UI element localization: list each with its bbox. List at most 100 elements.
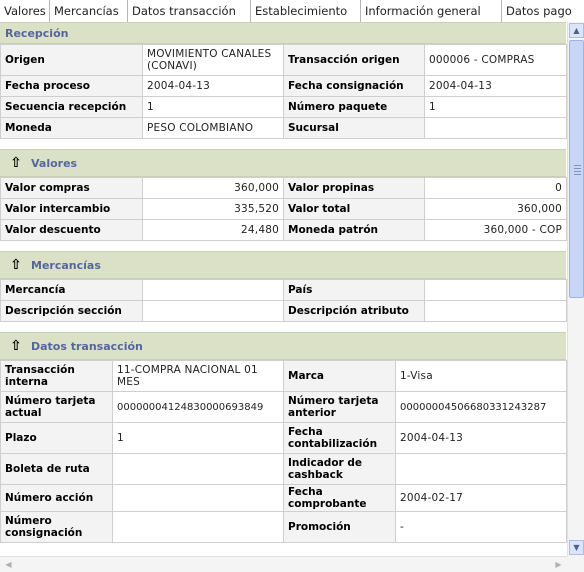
field-label: Marca: [283, 360, 396, 392]
table-row: Número tarjeta actual 000000041248300006…: [0, 391, 567, 423]
content-viewport: Recepción Origen MOVIMIENTO CANALES (CON…: [0, 22, 567, 556]
field-value: 360,000 - COP: [424, 219, 567, 241]
field-value: 0: [424, 177, 567, 199]
tab-datos-transaccion[interactable]: Datos transacción: [128, 0, 251, 22]
field-value: 1: [142, 96, 284, 118]
field-value: 11-COMPRA NACIONAL 01 MES: [112, 360, 284, 392]
field-label: Fecha contabilización: [283, 422, 396, 454]
tab-mercancias[interactable]: Mercancías: [50, 0, 128, 22]
section-spacer: [0, 322, 566, 332]
up-arrow-icon[interactable]: ⇧: [8, 338, 24, 354]
field-value: -: [395, 511, 567, 543]
field-label: Secuencia recepción: [0, 96, 143, 118]
grip-line: [574, 171, 581, 172]
field-label: Moneda patrón: [283, 219, 425, 241]
field-label: Fecha consignación: [283, 75, 425, 97]
field-label: Mercancía: [0, 279, 143, 301]
field-label: Valor total: [283, 198, 425, 220]
chevron-down-icon: ▼: [573, 543, 580, 552]
scrollbar-corner: [567, 556, 584, 572]
section-header-datos-transaccion: ⇧ Datos transacción: [0, 332, 566, 360]
chevron-up-icon: ▲: [573, 26, 580, 35]
tab-datos-pago[interactable]: Datos pago: [502, 0, 574, 22]
field-value: [142, 300, 284, 322]
table-row: Mercancía País: [0, 279, 567, 301]
field-label: Boleta de ruta: [0, 453, 113, 485]
field-label: Indicador de cashback: [283, 453, 396, 485]
scroll-right-button[interactable]: ▶: [551, 557, 566, 572]
field-label: Valor propinas: [283, 177, 425, 199]
table-row: Boleta de ruta Indicador de cashback: [0, 453, 567, 485]
field-value: 1: [112, 422, 284, 454]
field-label: Valor descuento: [0, 219, 143, 241]
field-value: MOVIMIENTO CANALES (CONAVI): [142, 44, 284, 76]
chevron-left-icon: ◀: [5, 560, 12, 569]
valores-table: Valor compras 360,000 Valor propinas 0 V…: [0, 177, 567, 241]
scroll-down-button[interactable]: ▼: [569, 540, 584, 555]
section-title: Recepción: [5, 26, 69, 40]
field-label: Número tarjeta anterior: [283, 391, 396, 423]
table-row: Valor intercambio 335,520 Valor total 36…: [0, 198, 567, 220]
field-value: 1: [424, 96, 567, 118]
field-value: 360,000: [424, 198, 567, 220]
scroll-up-button[interactable]: ▲: [569, 23, 584, 38]
field-label: Descripción sección: [0, 300, 143, 322]
section-spacer: [0, 139, 566, 149]
field-value: [424, 117, 567, 139]
table-row: Número acción Fecha comprobante 2004-02-…: [0, 484, 567, 512]
horizontal-scrollbar[interactable]: ◀ ▶: [0, 556, 567, 572]
table-row: Valor compras 360,000 Valor propinas 0: [0, 177, 567, 199]
field-value: [424, 300, 567, 322]
section-title: Mercancías: [31, 258, 101, 272]
field-label: Número paquete: [283, 96, 425, 118]
field-label: Fecha comprobante: [283, 484, 396, 512]
field-value: 360,000: [142, 177, 284, 199]
mercancias-table: Mercancía País Descripción sección Descr…: [0, 279, 567, 322]
grip-line: [574, 168, 581, 169]
field-label: Moneda: [0, 117, 143, 139]
field-value: 2004-04-13: [395, 422, 567, 454]
field-label: Plazo: [0, 422, 113, 454]
field-label: Sucursal: [283, 117, 425, 139]
field-label: Número acción: [0, 484, 113, 512]
table-row: Moneda PESO COLOMBIANO Sucursal: [0, 117, 567, 139]
field-value: 2004-04-13: [424, 75, 567, 97]
field-label: Descripción atributo: [283, 300, 425, 322]
field-label: Fecha proceso: [0, 75, 143, 97]
field-label: Valor compras: [0, 177, 143, 199]
field-value: [112, 511, 284, 543]
table-row: Número consignación Promoción -: [0, 511, 567, 543]
vertical-scrollbar[interactable]: ▲ ▼: [567, 22, 584, 556]
field-value: PESO COLOMBIANO: [142, 117, 284, 139]
field-label: Transacción interna: [0, 360, 113, 392]
section-title: Datos transacción: [31, 339, 143, 353]
field-value: 1-Visa: [395, 360, 567, 392]
section-header-recepcion: Recepción: [0, 22, 566, 44]
scroll-left-button[interactable]: ◀: [1, 557, 16, 572]
field-label: Promoción: [283, 511, 396, 543]
grip-line: [574, 174, 581, 175]
table-row: Fecha proceso 2004-04-13 Fecha consignac…: [0, 75, 567, 97]
table-row: Plazo 1 Fecha contabilización 2004-04-13: [0, 422, 567, 454]
field-value: 0000000450668033124328​7: [395, 391, 567, 423]
field-label: Transacción origen: [283, 44, 425, 76]
up-arrow-icon[interactable]: ⇧: [8, 155, 24, 171]
table-row: Valor descuento 24,480 Moneda patrón 360…: [0, 219, 567, 241]
tab-valores[interactable]: Valores: [0, 0, 50, 22]
field-label: Número tarjeta actual: [0, 391, 113, 423]
section-spacer: [0, 241, 566, 251]
field-value: [424, 279, 567, 301]
field-label: Valor intercambio: [0, 198, 143, 220]
tab-establecimiento[interactable]: Establecimiento: [251, 0, 361, 22]
field-label: Número consignación: [0, 511, 113, 543]
field-value: [112, 453, 284, 485]
table-row: Secuencia recepción 1 Número paquete 1: [0, 96, 567, 118]
tab-informacion-general[interactable]: Información general: [361, 0, 502, 22]
field-value: 0000000412483000069384​9: [112, 391, 284, 423]
up-arrow-icon[interactable]: ⇧: [8, 257, 24, 273]
section-title: Valores: [31, 156, 78, 170]
scrollbar-thumb[interactable]: [569, 40, 584, 298]
field-value: [112, 484, 284, 512]
field-value: 2004-02-17: [395, 484, 567, 512]
tab-bar: Valores Mercancías Datos transacción Est…: [0, 0, 584, 23]
